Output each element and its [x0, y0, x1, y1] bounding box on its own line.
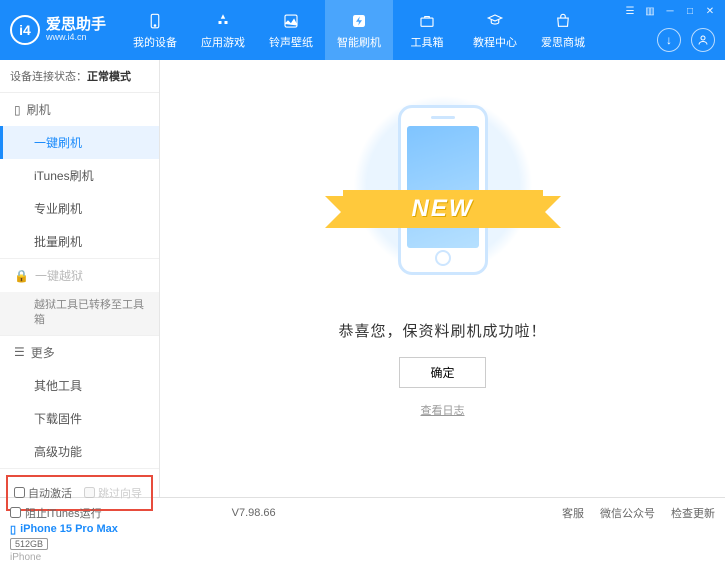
nav-tutorials[interactable]: 教程中心 — [461, 0, 529, 60]
sidebar: 设备连接状态：正常模式 ▯刷机 一键刷机 iTunes刷机 专业刷机 批量刷机 … — [0, 60, 160, 497]
apps-icon — [213, 11, 233, 31]
main-content: NEW 恭喜您，保资料刷机成功啦！ 确定 查看日志 — [160, 60, 725, 497]
sidebar-item-oneclick[interactable]: 一键刷机 — [0, 126, 159, 159]
app-header: i4 爱思助手 www.i4.cn 我的设备 应用游戏 铃声壁纸 智能刷机 工具… — [0, 0, 725, 60]
menu-icon[interactable]: ☰ — [621, 4, 639, 18]
sidebar-item-pro[interactable]: 专业刷机 — [0, 192, 159, 225]
nav-store[interactable]: 爱思商城 — [529, 0, 597, 60]
phone-icon: ▯ — [14, 103, 21, 117]
user-button[interactable] — [691, 28, 715, 52]
maximize-button[interactable]: □ — [681, 4, 699, 18]
window-controls: ☰ ▥ ─ □ ✕ — [621, 4, 719, 18]
device-name[interactable]: ▯iPhone 15 Pro Max — [10, 523, 149, 536]
close-button[interactable]: ✕ — [701, 4, 719, 18]
nav-flash[interactable]: 智能刷机 — [325, 0, 393, 60]
ok-button[interactable]: 确定 — [399, 357, 485, 388]
sidebar-item-itunes[interactable]: iTunes刷机 — [0, 159, 159, 192]
sidebar-group-more[interactable]: ☰更多 — [0, 336, 159, 369]
menu-icon: ☰ — [14, 345, 25, 359]
logo-area: i4 爱思助手 www.i4.cn — [0, 15, 121, 45]
sidebar-item-firmware[interactable]: 下载固件 — [0, 402, 159, 435]
phones-icon: ▯ — [10, 523, 16, 536]
download-button[interactable]: ↓ — [657, 28, 681, 52]
sidebar-item-batch[interactable]: 批量刷机 — [0, 225, 159, 258]
jailbreak-info: 越狱工具已转移至工具箱 — [0, 292, 159, 335]
store-icon — [553, 11, 573, 31]
sidebar-item-advanced[interactable]: 高级功能 — [0, 435, 159, 468]
flash-icon — [349, 11, 369, 31]
sidebar-group-flash[interactable]: ▯刷机 — [0, 93, 159, 126]
connection-status: 设备连接状态：正常模式 — [0, 60, 159, 93]
version-label: V7.98.66 — [232, 507, 276, 519]
device-info: ▯iPhone 15 Pro Max 512GB iPhone — [0, 517, 159, 569]
footer-support[interactable]: 客服 — [562, 505, 584, 521]
view-log-link[interactable]: 查看日志 — [421, 402, 465, 418]
brand-name: 爱思助手 — [46, 17, 106, 34]
tutorial-icon — [485, 11, 505, 31]
lock-icon[interactable]: ▥ — [641, 4, 659, 18]
lock-icon: 🔒 — [14, 269, 29, 283]
brand-url: www.i4.cn — [46, 33, 106, 43]
device-type: iPhone — [10, 552, 149, 563]
device-icon — [145, 11, 165, 31]
wallpaper-icon — [281, 11, 301, 31]
sidebar-item-tools[interactable]: 其他工具 — [0, 369, 159, 402]
skip-guide-checkbox[interactable]: 跳过向导 — [84, 485, 142, 501]
nav-my-device[interactable]: 我的设备 — [121, 0, 189, 60]
top-nav: 我的设备 应用游戏 铃声壁纸 智能刷机 工具箱 教程中心 爱思商城 — [121, 0, 597, 60]
nav-apps[interactable]: 应用游戏 — [189, 0, 257, 60]
success-message: 恭喜您，保资料刷机成功啦！ — [338, 320, 546, 341]
auto-activate-checkbox[interactable]: 自动激活 — [14, 485, 72, 501]
block-itunes-checkbox[interactable]: 阻止iTunes运行 — [10, 505, 102, 521]
device-capacity: 512GB — [10, 538, 48, 550]
minimize-button[interactable]: ─ — [661, 4, 679, 18]
toolbox-icon — [417, 11, 437, 31]
logo-icon: i4 — [10, 15, 40, 45]
new-ribbon: NEW — [343, 190, 543, 228]
sidebar-group-jailbreak[interactable]: 🔒一键越狱 — [0, 259, 159, 292]
footer-wechat[interactable]: 微信公众号 — [600, 505, 655, 521]
nav-toolbox[interactable]: 工具箱 — [393, 0, 461, 60]
nav-ringtones[interactable]: 铃声壁纸 — [257, 0, 325, 60]
footer-update[interactable]: 检查更新 — [671, 505, 715, 521]
success-illustration: NEW — [353, 95, 533, 295]
